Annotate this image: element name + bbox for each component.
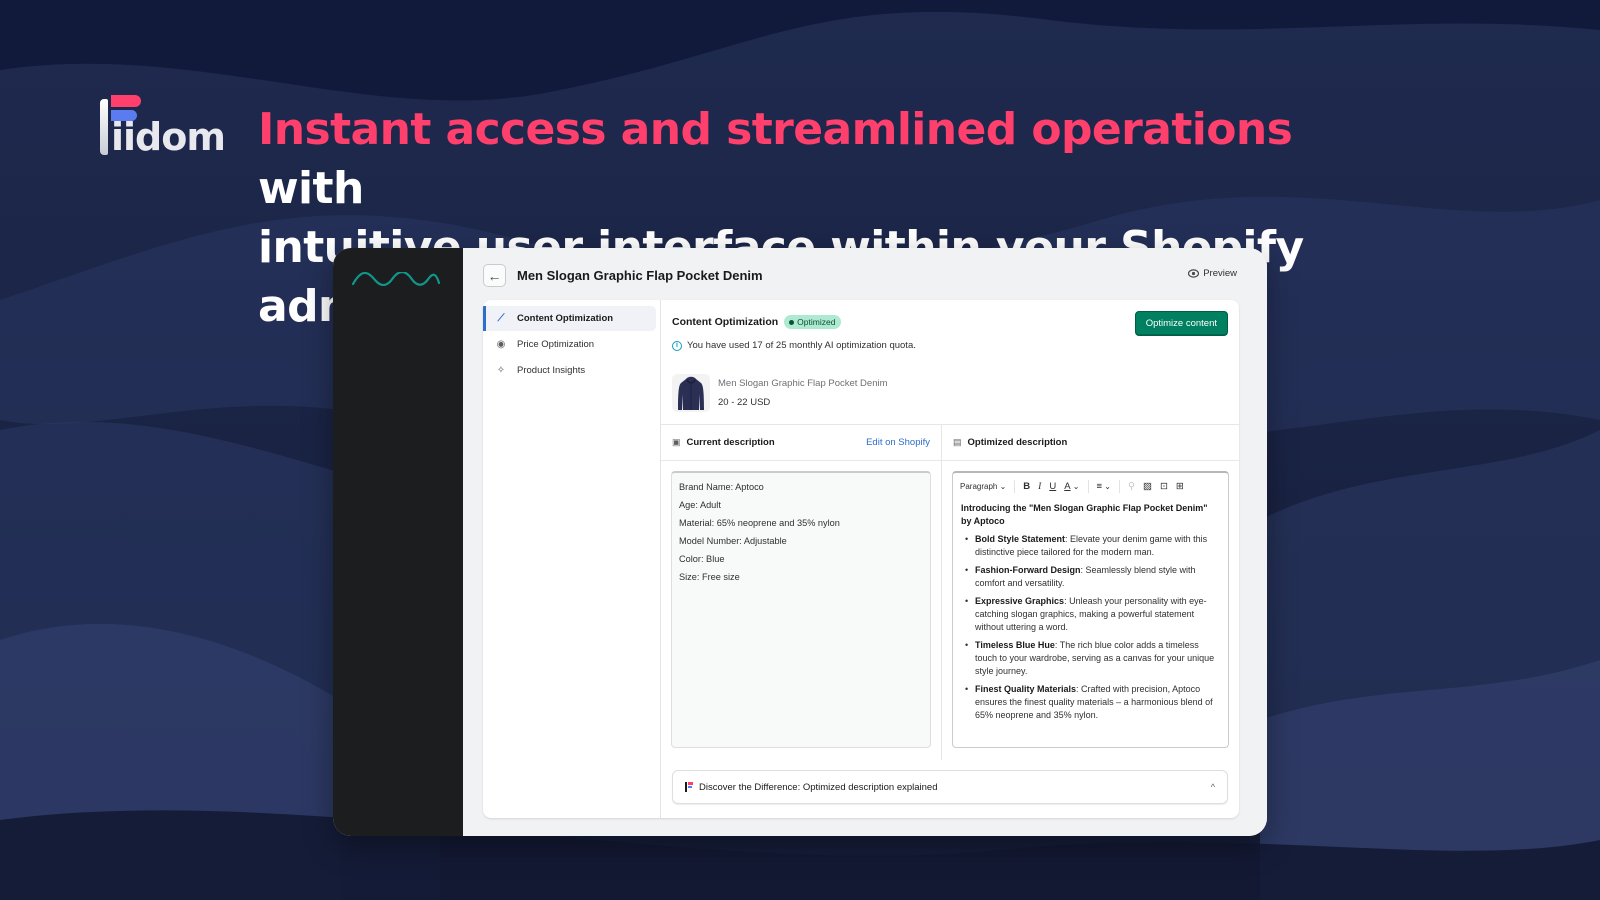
editor-toolbar: Paragraph ⌄ B I U A ⌄ ≡ ⌄ ⚲ ▨ ⊡ ⊞ xyxy=(953,473,1228,500)
underline-button[interactable]: U xyxy=(1049,481,1056,492)
bullet-title: Bold Style Statement xyxy=(975,534,1066,544)
app-sidebar xyxy=(333,248,463,836)
toolbar-divider xyxy=(1087,480,1089,493)
status-badge-label: Optimized xyxy=(797,317,836,327)
preview-label: Preview xyxy=(1203,268,1237,279)
text-color-button[interactable]: A ⌄ xyxy=(1064,481,1079,492)
nav-item-content-optimization[interactable]: ⟋ Content Optimization xyxy=(483,306,656,331)
italic-button[interactable]: I xyxy=(1038,482,1041,492)
price-tag-icon: ◉ xyxy=(496,339,506,350)
document-icon: ▤ xyxy=(953,437,962,447)
page-title: Men Slogan Graphic Flap Pocket Denim xyxy=(517,268,763,283)
current-description-column: ▣ Current description Edit on Shopify Br… xyxy=(661,425,942,760)
description-line: Brand Name: Aptoco xyxy=(679,482,764,492)
description-line: Color: Blue xyxy=(679,554,725,564)
explain-collapsible[interactable]: Discover the Difference: Optimized descr… xyxy=(672,770,1228,804)
optimized-description-header: ▤ Optimized description xyxy=(942,425,1239,461)
optimized-description-column: ▤ Optimized description Paragraph ⌄ B I … xyxy=(942,425,1239,760)
app-logo-icon xyxy=(685,782,693,792)
hoodie-image-icon xyxy=(678,376,704,410)
eye-icon xyxy=(1188,269,1200,278)
description-line: Size: Free size xyxy=(679,572,740,582)
rich-text-editor[interactable]: Paragraph ⌄ B I U A ⌄ ≡ ⌄ ⚲ ▨ ⊡ ⊞ Introd… xyxy=(952,471,1229,748)
preview-button[interactable]: Preview xyxy=(1188,268,1237,279)
toolbar-divider xyxy=(1118,480,1120,493)
status-dot-icon xyxy=(789,319,795,325)
editor-content: Introducing the "Men Slogan Graphic Flap… xyxy=(953,500,1228,729)
description-line: Material: 65% neoprene and 35% nylon xyxy=(679,518,840,528)
content-panel: Content Optimization Optimized Optimize … xyxy=(661,300,1239,818)
feature-list: Bold Style Statement: Elevate your denim… xyxy=(961,533,1220,722)
link-icon[interactable]: ⚲ xyxy=(1128,481,1135,492)
current-description-title: Current description xyxy=(686,437,775,448)
chevron-down-icon: ⌄ xyxy=(999,482,1007,491)
product-summary: Men Slogan Graphic Flap Pocket Denim 20 … xyxy=(672,374,888,412)
nav-item-label: Content Optimization xyxy=(517,313,614,324)
image-icon[interactable]: ▨ xyxy=(1143,481,1152,492)
align-button[interactable]: ≡ ⌄ xyxy=(1097,481,1111,492)
edit-on-shopify-link[interactable]: Edit on Shopify xyxy=(866,437,930,448)
list-item: Expressive Graphics: Unleash your person… xyxy=(961,595,1220,634)
magic-wand-icon: ⟋ xyxy=(497,313,505,324)
app-main: ← Men Slogan Graphic Flap Pocket Denim P… xyxy=(463,248,1267,836)
arrow-left-icon: ← xyxy=(487,267,502,284)
format-select-label: Paragraph xyxy=(960,482,998,491)
chevron-down-icon: ⌄ xyxy=(1104,482,1111,491)
nav-item-label: Price Optimization xyxy=(517,339,595,350)
feature-nav: ⟋ Content Optimization ◉ Price Optimizat… xyxy=(483,300,661,818)
list-item: Fashion-Forward Design: Seamlessly blend… xyxy=(961,564,1220,590)
app-window: ← Men Slogan Graphic Flap Pocket Denim P… xyxy=(333,248,1267,836)
bullet-title: Expressive Graphics xyxy=(975,596,1065,606)
brand-logo: iidom xyxy=(98,95,226,159)
product-name: Men Slogan Graphic Flap Pocket Denim xyxy=(718,378,888,389)
align-left-icon: ≡ xyxy=(1096,481,1103,492)
list-item: Timeless Blue Hue: The rich blue color a… xyxy=(961,639,1220,678)
wave-logo-icon xyxy=(351,272,441,286)
bold-button[interactable]: B xyxy=(1023,481,1030,492)
sparkle-insights-icon: ✧ xyxy=(496,365,506,376)
brand-name: iidom xyxy=(111,115,226,159)
description-line: Age: Adult xyxy=(679,500,721,510)
info-icon: i xyxy=(672,340,682,351)
logo-bar-shape xyxy=(100,99,108,155)
nav-item-price-optimization[interactable]: ◉ Price Optimization xyxy=(483,332,656,357)
back-button[interactable]: ← xyxy=(483,264,506,287)
description-line: Model Number: Adjustable xyxy=(679,536,787,546)
list-item: Bold Style Statement: Elevate your denim… xyxy=(961,533,1220,559)
status-badge: Optimized xyxy=(784,315,842,329)
logo-pink-shape xyxy=(111,95,141,107)
nav-item-product-insights[interactable]: ✧ Product Insights xyxy=(483,358,656,383)
bullet-title: Timeless Blue Hue xyxy=(975,640,1055,650)
nav-item-label: Product Insights xyxy=(517,365,586,376)
explain-label: Discover the Difference: Optimized descr… xyxy=(699,781,938,793)
page-header: ← Men Slogan Graphic Flap Pocket Denim P… xyxy=(463,248,1267,300)
headline-accent: Instant access and streamlined operation… xyxy=(258,104,1293,155)
chevron-up-icon[interactable]: ^ xyxy=(1211,782,1215,792)
chevron-down-icon: ⌄ xyxy=(1072,482,1080,491)
main-card: ⟋ Content Optimization ◉ Price Optimizat… xyxy=(483,300,1239,818)
toolbar-divider xyxy=(1014,480,1016,493)
table-icon[interactable]: ⊞ xyxy=(1176,481,1184,492)
video-icon[interactable]: ⊡ xyxy=(1160,481,1168,492)
headline-rest: with xyxy=(258,163,364,214)
bullet-title: Fashion-Forward Design xyxy=(975,565,1081,575)
product-price: 20 - 22 USD xyxy=(718,397,771,408)
quota-text: You have used 17 of 25 monthly AI optimi… xyxy=(687,340,916,351)
quota-notice: i You have used 17 of 25 monthly AI opti… xyxy=(672,340,916,351)
optimized-description-title: Optimized description xyxy=(967,437,1068,448)
text-color-label: A xyxy=(1064,481,1071,492)
intro-heading: Introducing the "Men Slogan Graphic Flap… xyxy=(961,503,1208,526)
image-text-icon: ▣ xyxy=(672,437,681,447)
product-thumbnail xyxy=(672,374,710,412)
section-title: Content Optimization xyxy=(672,316,779,328)
optimize-content-button[interactable]: Optimize content xyxy=(1134,311,1228,336)
list-item: Finest Quality Materials: Crafted with p… xyxy=(961,683,1220,722)
format-select[interactable]: Paragraph ⌄ xyxy=(960,482,1006,491)
current-description-header: ▣ Current description Edit on Shopify xyxy=(661,425,941,461)
bullet-title: Finest Quality Materials xyxy=(975,684,1077,694)
current-description-box: Brand Name: Aptoco Age: Adult Material: … xyxy=(671,471,931,748)
section-header: Content Optimization Optimized xyxy=(672,315,842,329)
description-compare: ▣ Current description Edit on Shopify Br… xyxy=(661,424,1239,760)
